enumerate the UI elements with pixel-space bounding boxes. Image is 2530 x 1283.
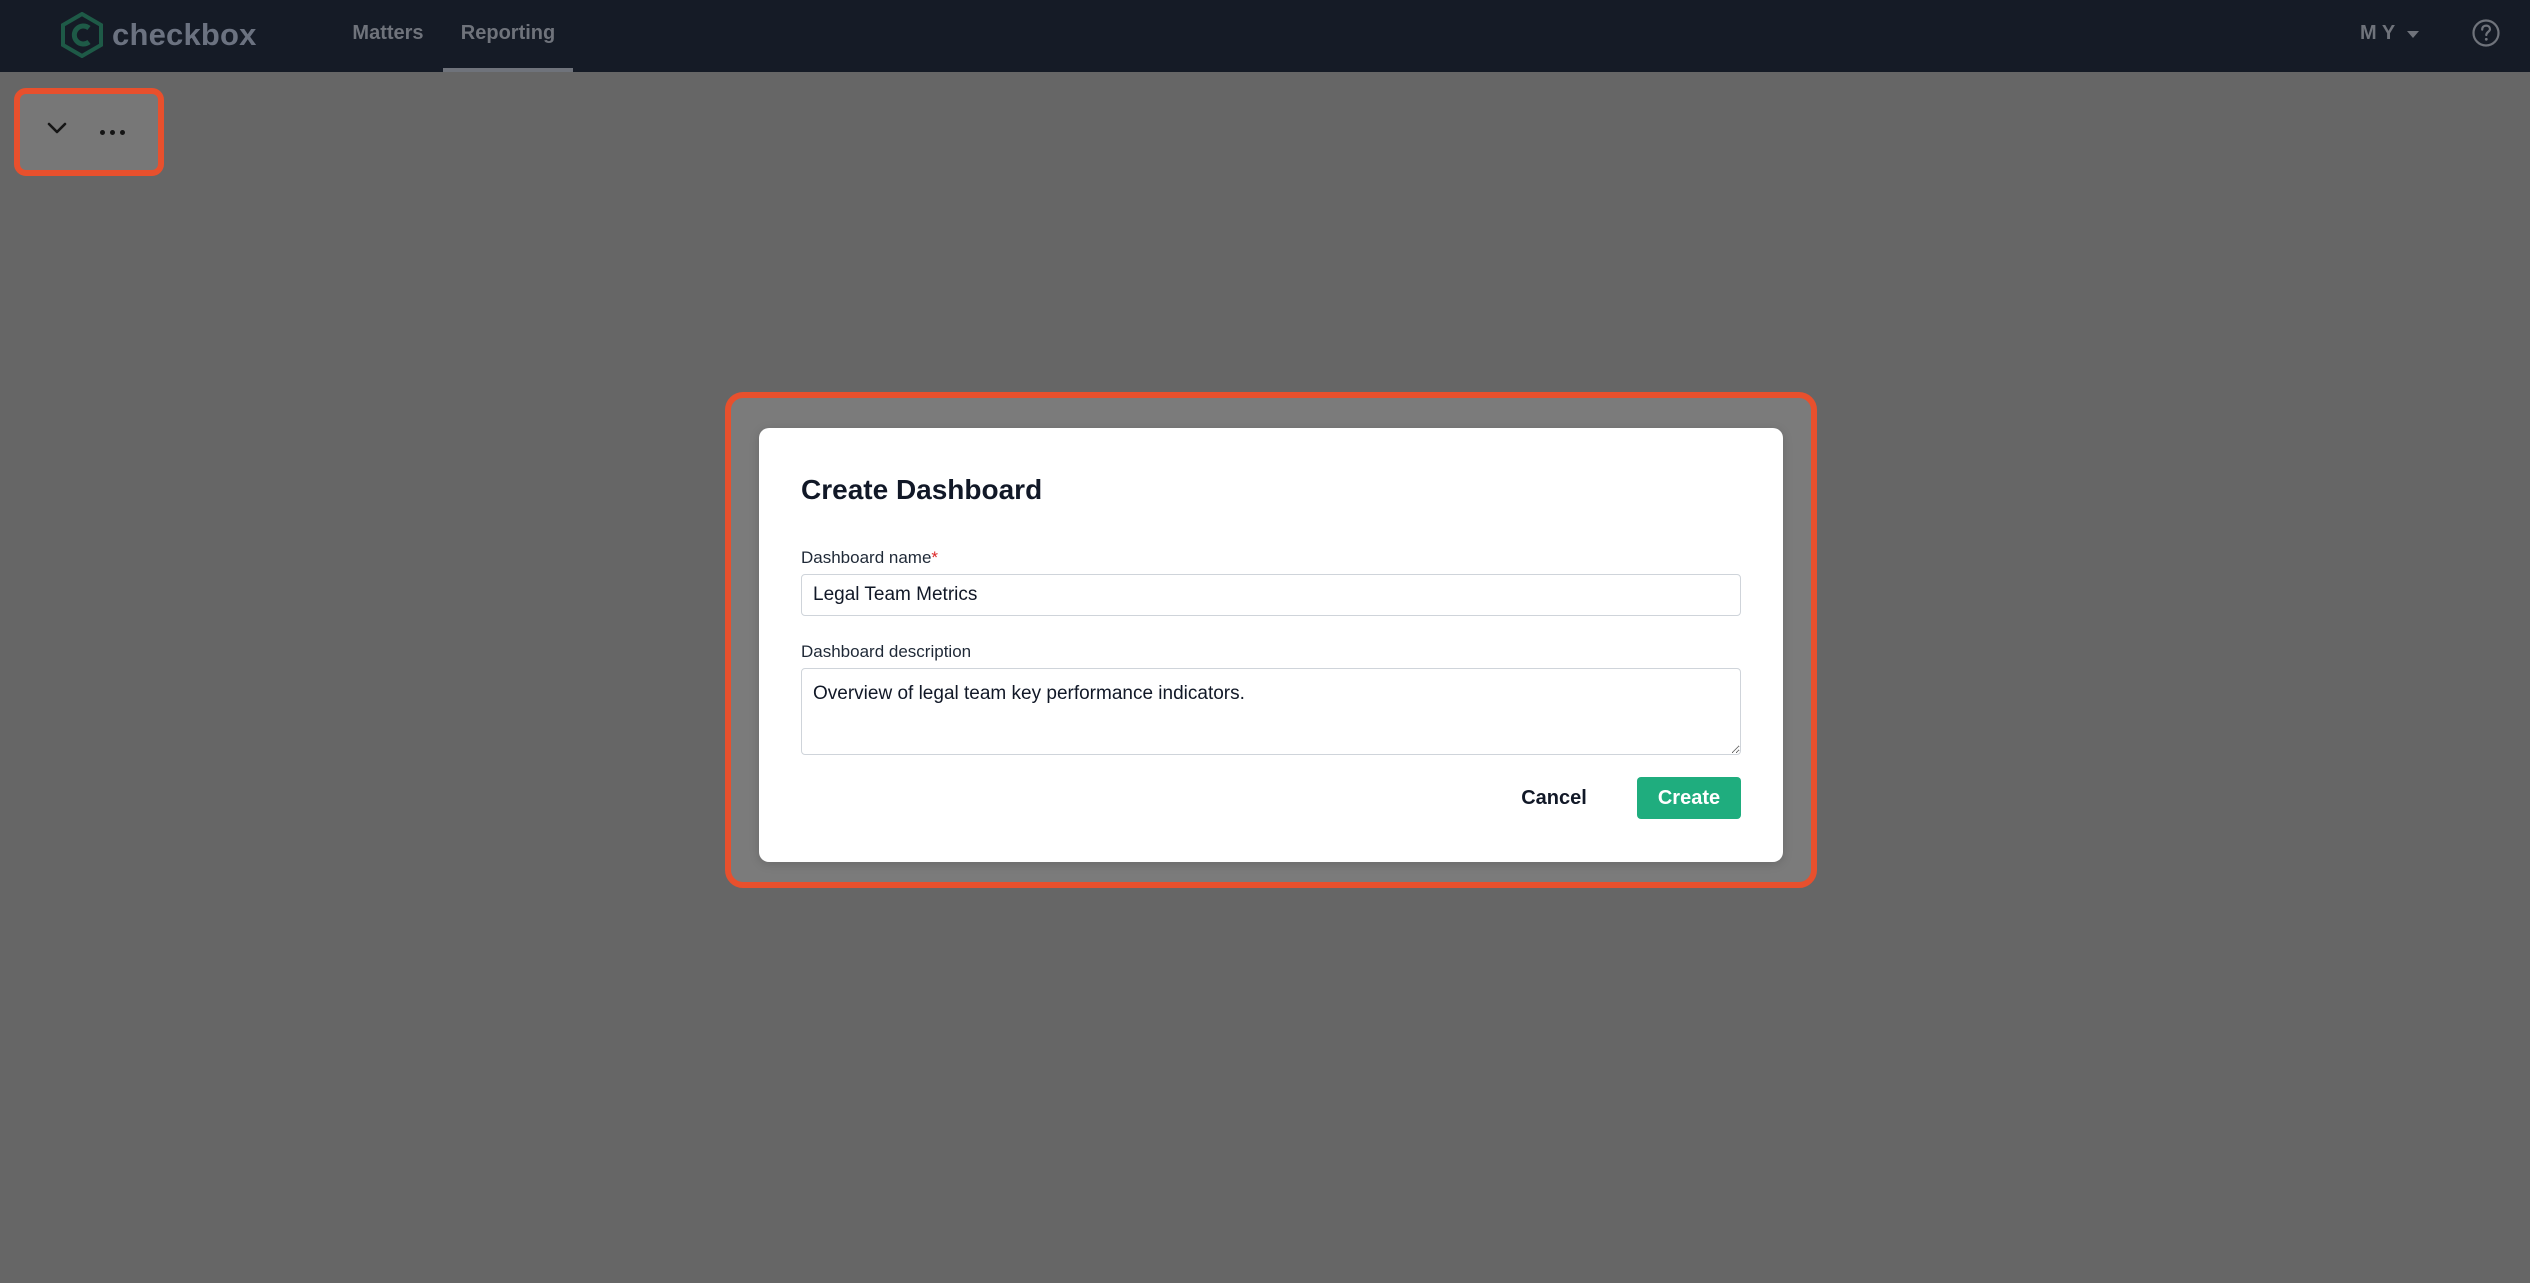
tab-matters[interactable]: Matters xyxy=(340,0,436,72)
chevron-down-icon[interactable] xyxy=(42,114,72,144)
checkbox-logo-icon xyxy=(61,12,103,58)
dialog-title: Create Dashboard xyxy=(801,474,1043,505)
chevron-down-icon xyxy=(2407,31,2420,38)
dashboard-name-label-text: Dashboard name xyxy=(801,548,932,567)
create-button[interactable]: Create xyxy=(1637,777,1741,819)
active-tab-indicator xyxy=(443,68,573,72)
user-menu-button[interactable]: M Y xyxy=(2360,0,2420,66)
more-options-button[interactable] xyxy=(92,120,132,144)
top-navigation-bar: checkbox Matters Reporting M Y xyxy=(0,0,2530,72)
cancel-button[interactable]: Cancel xyxy=(1511,777,1597,819)
tab-reporting[interactable]: Reporting xyxy=(443,0,573,72)
user-initials: M Y xyxy=(2360,21,2396,44)
create-dashboard-dialog: Create Dashboard Dashboard name* Dashboa… xyxy=(759,428,1783,862)
dashboard-name-input[interactable] xyxy=(801,574,1741,616)
dashboard-description-textarea[interactable]: Overview of legal team key performance i… xyxy=(801,668,1741,755)
app-logo[interactable]: checkbox xyxy=(60,10,257,60)
help-circle-icon[interactable] xyxy=(2471,18,2501,48)
required-marker: * xyxy=(931,548,939,567)
logo-text: checkbox xyxy=(112,17,257,52)
dashboard-name-label: Dashboard name* xyxy=(801,548,938,568)
dashboard-toolbar xyxy=(14,88,164,176)
more-horizontal-icon xyxy=(99,129,105,135)
tab-reporting-label: Reporting xyxy=(460,22,556,44)
dashboard-description-label: Dashboard description xyxy=(801,642,972,661)
